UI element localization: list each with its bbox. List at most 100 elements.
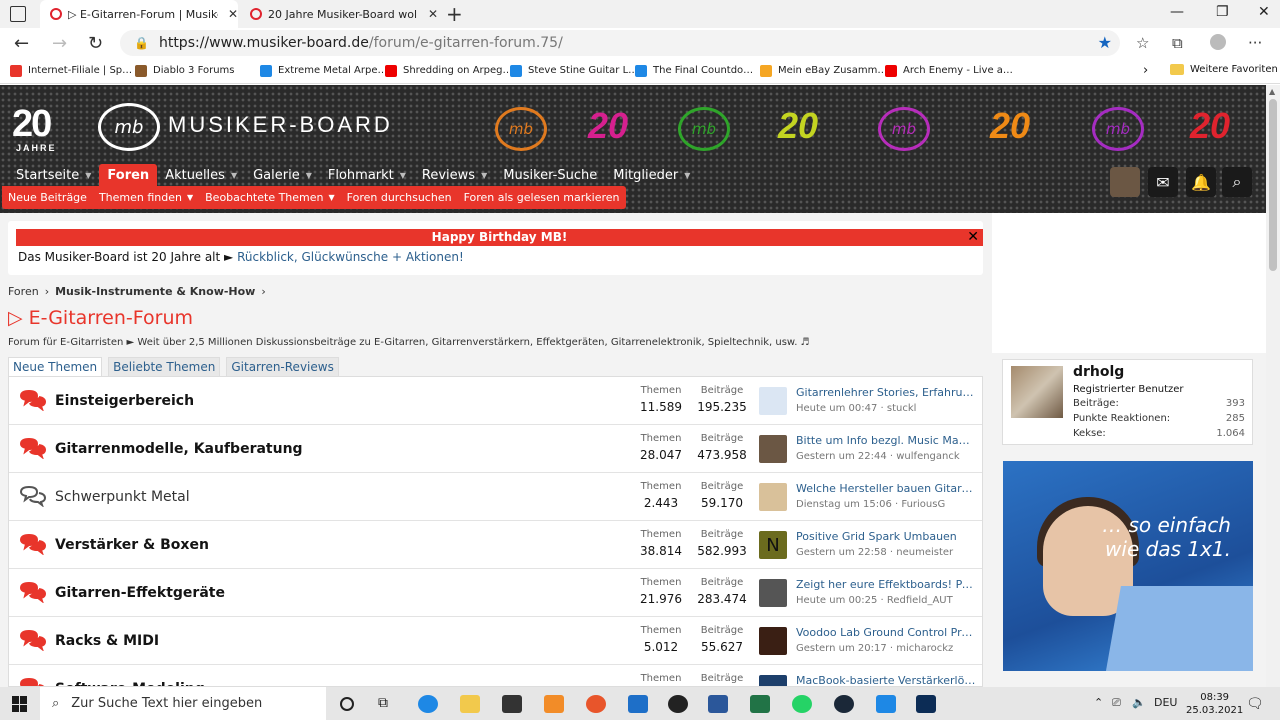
favorite-item[interactable]: Diablo 3 Forums xyxy=(135,64,250,77)
forum-row[interactable]: Software-ModelingThemenBeiträgeMacBook-b… xyxy=(9,665,982,686)
forum-name[interactable]: Verstärker & Boxen xyxy=(55,537,209,553)
favorite-item[interactable]: Arch Enemy - Live a… xyxy=(885,64,1013,77)
media-player-icon[interactable] xyxy=(544,695,564,713)
user-avatar-icon[interactable] xyxy=(1110,167,1140,197)
tab-guitar-reviews[interactable]: Gitarren-Reviews xyxy=(226,357,339,376)
windows-start-icon[interactable] xyxy=(12,696,28,712)
minimize-icon[interactable]: — xyxy=(1170,4,1184,20)
favorite-item[interactable]: Shredding on Arpeg… xyxy=(385,64,513,77)
mail-icon[interactable] xyxy=(628,695,648,713)
forum-name[interactable]: Einsteigerbereich xyxy=(55,393,194,409)
notice-link[interactable]: Rückblick, Glückwünsche + Aktionen! xyxy=(237,250,464,264)
last-poster-avatar[interactable] xyxy=(759,483,787,511)
inbox-icon[interactable]: ✉ xyxy=(1148,167,1178,197)
steam-icon[interactable] xyxy=(834,695,854,713)
chevron-down-icon[interactable]: ▼ xyxy=(306,171,312,180)
maximize-icon[interactable]: ❐ xyxy=(1216,4,1229,20)
forum-row[interactable]: Verstärker & Boxen Themen 38.814 Beiträge 58… xyxy=(9,521,982,569)
favorite-star-icon[interactable]: ★ xyxy=(1098,33,1112,52)
notice-close-icon[interactable]: ✕ xyxy=(967,229,979,246)
chevron-down-icon[interactable]: ▼ xyxy=(400,171,406,180)
chevron-down-icon[interactable]: ▼ xyxy=(684,171,690,180)
chevron-down-icon[interactable]: ▼ xyxy=(187,193,193,202)
taskbar-clock[interactable]: 08:39 25.03.2021 xyxy=(1186,691,1243,717)
more-favorites-folder[interactable]: Weitere Favoriten xyxy=(1170,64,1278,75)
last-post-title[interactable]: Positive Grid Spark Umbauen xyxy=(796,530,976,543)
forum-name[interactable]: Racks & MIDI xyxy=(55,633,159,649)
tab-close-icon[interactable]: ✕ xyxy=(228,7,238,21)
notifications-icon[interactable]: 🗨 xyxy=(1246,696,1264,712)
language-indicator[interactable]: DEU xyxy=(1154,696,1177,709)
advertisement-banner[interactable]: … so einfach wie das 1x1. xyxy=(1003,461,1253,671)
taskbar-search[interactable]: ⌕ Zur Suche Text hier eingeben xyxy=(40,687,326,720)
last-post-title[interactable]: Welche Hersteller bauen Gitarren fü… xyxy=(796,482,976,495)
favorite-item[interactable]: Steve Stine Guitar L… xyxy=(510,64,638,77)
chevron-down-icon[interactable]: ▼ xyxy=(231,171,237,180)
scrollbar-thumb[interactable] xyxy=(1269,99,1277,271)
forum-name[interactable]: Gitarren-Effektgeräte xyxy=(55,585,225,601)
last-post-title[interactable]: Voodoo Lab Ground Control Pro + … xyxy=(796,626,976,639)
favorite-item[interactable]: Internet-Filiale | Sp… xyxy=(10,64,132,77)
scroll-up-icon[interactable]: ▲ xyxy=(1269,87,1275,96)
subnav-item[interactable]: Themen finden ▼ xyxy=(93,191,199,204)
breadcrumb-item[interactable]: Musik-Instrumente & Know-How xyxy=(55,285,255,298)
last-post-title[interactable]: Gitarrenlehrer Stories, Erfahrungen. … xyxy=(796,386,976,399)
nav-item-reviews[interactable]: Reviews ▼ xyxy=(414,164,495,186)
forward-icon[interactable]: → xyxy=(52,33,67,54)
firefox-icon[interactable] xyxy=(586,695,606,713)
last-poster-avatar[interactable]: N xyxy=(759,531,787,559)
tab-actions-icon[interactable] xyxy=(10,6,26,22)
user-name[interactable]: drholg xyxy=(1073,364,1124,380)
file-explorer-icon[interactable] xyxy=(460,695,480,713)
last-poster-avatar[interactable] xyxy=(759,579,787,607)
breadcrumb-item[interactable]: Foren xyxy=(8,285,39,298)
profile-avatar-icon[interactable] xyxy=(1210,34,1226,50)
volume-icon[interactable]: 🔈 xyxy=(1132,696,1146,709)
url-field[interactable]: 🔒 https://www.musiker-board.de/forum/e-g… xyxy=(120,30,1120,56)
user-avatar[interactable] xyxy=(1011,366,1063,418)
subnav-item[interactable]: Neue Beiträge xyxy=(2,191,93,204)
word-icon[interactable] xyxy=(708,695,728,713)
last-poster-avatar[interactable] xyxy=(759,435,787,463)
chevron-right-icon[interactable]: › xyxy=(1143,63,1148,78)
media-icon[interactable] xyxy=(668,695,688,713)
last-poster-avatar[interactable] xyxy=(759,675,787,686)
reload-icon[interactable]: ↻ xyxy=(88,33,103,54)
nav-item-mitglieder[interactable]: Mitglieder ▼ xyxy=(605,164,698,186)
nav-item-aktuelles[interactable]: Aktuelles ▼ xyxy=(157,164,245,186)
sky-icon[interactable] xyxy=(876,695,896,713)
tab-popular-threads[interactable]: Beliebte Themen xyxy=(108,357,221,376)
forum-row[interactable]: Racks & MIDI Themen 5.012 Beiträge 55.627 Voo… xyxy=(9,617,982,665)
nav-item-galerie[interactable]: Galerie ▼ xyxy=(245,164,320,186)
browser-tab[interactable]: 20 Jahre Musiker-Board wollen g… ✕ xyxy=(240,0,440,28)
mb-logo[interactable]: mb xyxy=(98,103,160,151)
site-logo-text[interactable]: MUSIKER-BOARD xyxy=(168,112,393,138)
nav-item-musiker-suche[interactable]: Musiker-Suche xyxy=(495,164,605,186)
favorite-item[interactable]: The Final Countdo… xyxy=(635,64,753,77)
subnav-item[interactable]: Foren durchsuchen xyxy=(341,191,458,204)
last-post-title[interactable]: MacBook-basierte Verstärkerlösung… xyxy=(796,674,976,686)
nav-item-foren[interactable]: Foren xyxy=(99,164,158,186)
excel-icon[interactable] xyxy=(750,695,770,713)
nav-item-startseite[interactable]: Startseite ▼ xyxy=(8,164,99,186)
last-poster-avatar[interactable] xyxy=(759,387,787,415)
edge-icon[interactable] xyxy=(418,695,438,713)
new-tab-icon[interactable]: + xyxy=(446,2,463,26)
collections-icon[interactable]: ⧉ xyxy=(1172,34,1183,52)
forum-row[interactable]: Einsteigerbereich Themen 11.589 Beiträge 195… xyxy=(9,377,982,425)
chevron-down-icon[interactable]: ▼ xyxy=(481,171,487,180)
last-post-title[interactable]: Bitte um Info bezgl. Music Man St.V… xyxy=(796,434,976,447)
forum-name[interactable]: Gitarrenmodelle, Kaufberatung xyxy=(55,441,303,457)
back-icon[interactable]: ← xyxy=(14,33,29,54)
tab-new-threads[interactable]: Neue Themen xyxy=(8,357,103,376)
more-menu-icon[interactable]: ··· xyxy=(1248,34,1262,52)
cortana-icon[interactable] xyxy=(340,697,354,711)
network-icon[interactable]: ⎚ xyxy=(1112,696,1121,710)
tab-close-icon[interactable]: ✕ xyxy=(428,7,438,21)
page-scrollbar[interactable]: ▲ xyxy=(1266,85,1280,687)
forum-row[interactable]: Schwerpunkt Metal Themen 2.443 Beiträge 59.1… xyxy=(9,473,982,521)
search-icon[interactable]: ⌕ xyxy=(1222,167,1252,197)
anniversary-logo[interactable]: 20 JAHRE xyxy=(12,103,55,153)
store-icon[interactable] xyxy=(502,695,522,713)
favorite-item[interactable]: Extreme Metal Arpe… xyxy=(260,64,388,77)
